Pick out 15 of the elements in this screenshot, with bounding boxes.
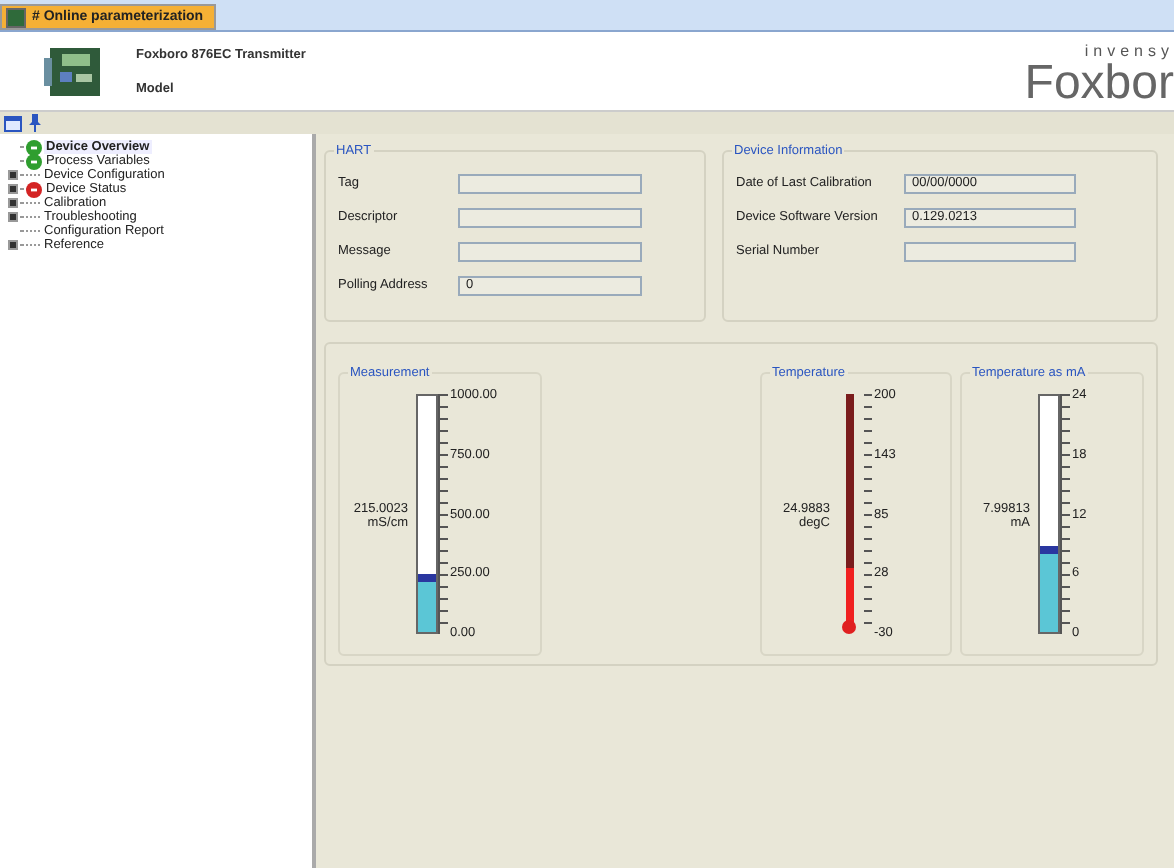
input-field[interactable]: [904, 241, 1076, 261]
expand-toggle[interactable]: [8, 212, 18, 222]
transmitter-icon: [44, 45, 104, 97]
logo-subtitle: invensy: [1084, 42, 1174, 60]
input-field[interactable]: [458, 241, 642, 261]
logo: Foxbor: [1024, 60, 1174, 108]
expand-toggle[interactable]: [8, 240, 18, 250]
input-field[interactable]: [458, 173, 642, 193]
expand-toggle[interactable]: [8, 184, 18, 194]
expand-toggle[interactable]: [8, 198, 18, 208]
window-icon: [6, 7, 26, 27]
pin-icon[interactable]: [28, 114, 42, 132]
expand-toggle[interactable]: [8, 170, 18, 180]
input-field[interactable]: [458, 207, 642, 227]
window-icon[interactable]: [4, 115, 22, 131]
